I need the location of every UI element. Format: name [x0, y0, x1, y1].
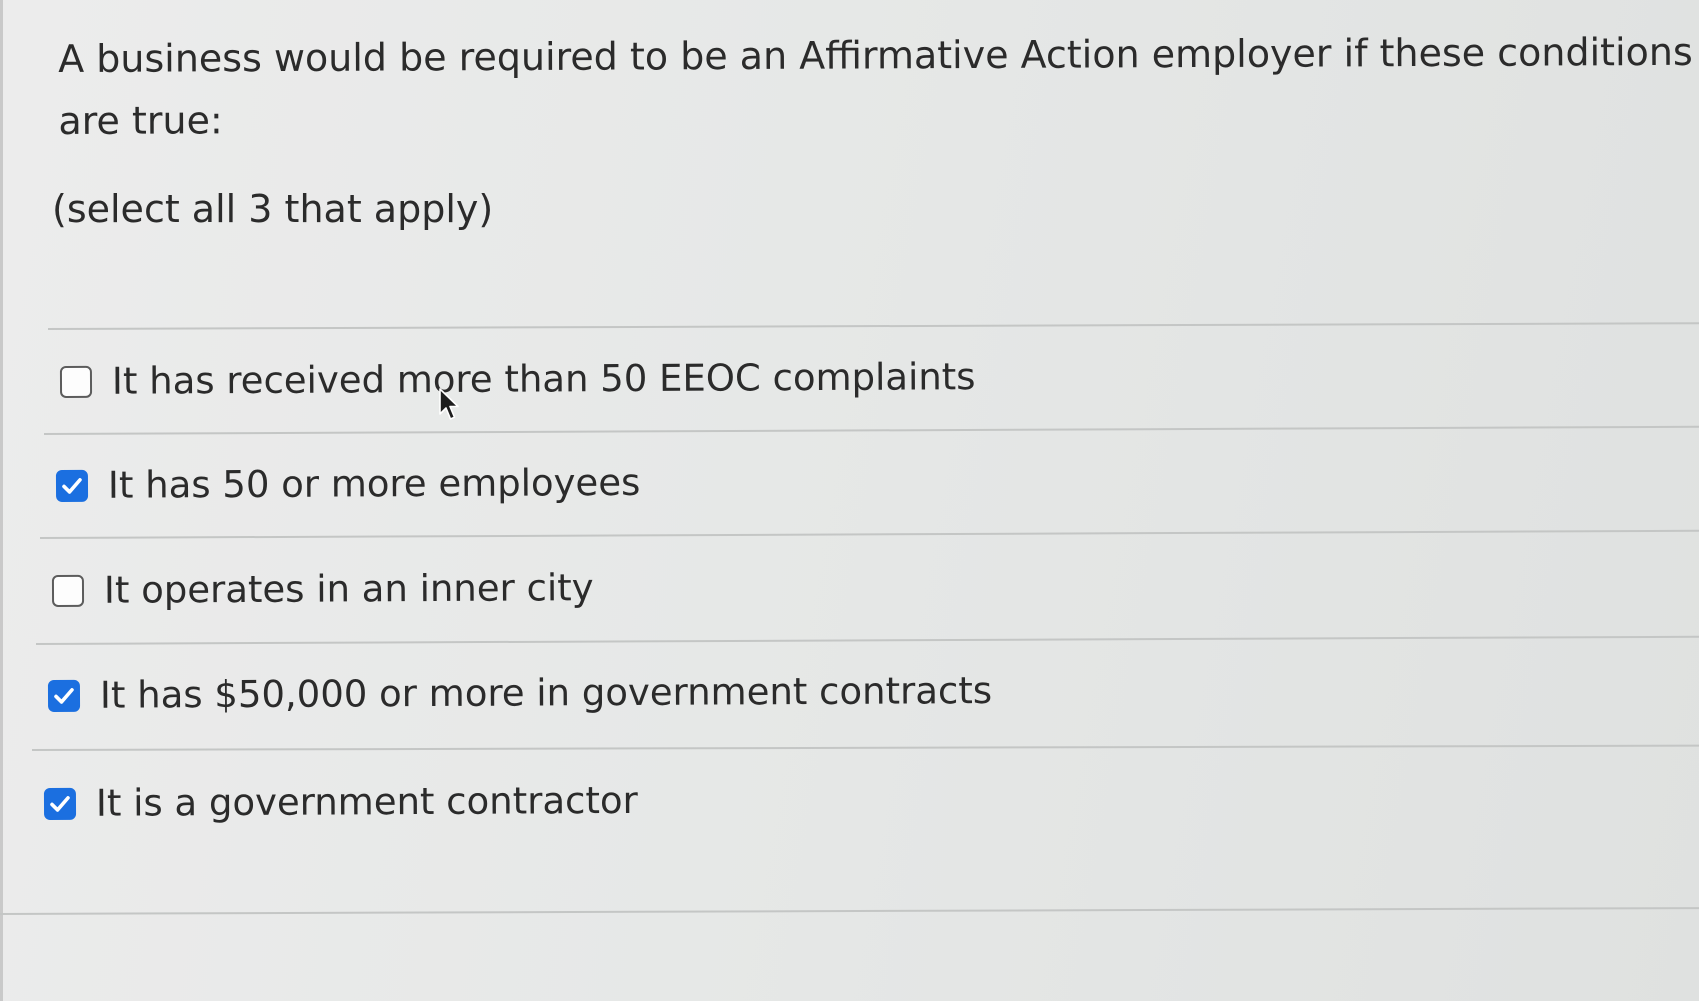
option-label: It is a government contractor [95, 778, 638, 825]
checkmark-icon [62, 478, 82, 494]
divider [0, 907, 1699, 915]
option-label: It has 50 or more employees [107, 460, 641, 507]
quiz-page: A business would be required to be an Af… [0, 0, 1699, 1001]
option-50-employees[interactable]: It has 50 or more employees [55, 459, 641, 510]
divider [48, 322, 1699, 330]
checkmark-icon [54, 688, 74, 704]
question-text: A business would be required to be an Af… [58, 29, 1693, 143]
mouse-pointer-icon [439, 388, 459, 420]
checkbox-checked[interactable] [55, 469, 89, 502]
option-label: It has received more than 50 EEOC compla… [111, 355, 976, 403]
checkbox-unchecked[interactable] [59, 365, 93, 398]
left-edge-border [0, 0, 3, 1001]
checkmark-icon [50, 796, 70, 812]
divider [44, 425, 1699, 435]
option-eeoc-complaints[interactable]: It has received more than 50 EEOC compla… [59, 353, 976, 406]
option-government-contracts-amount[interactable]: It has $50,000 or more in government con… [47, 667, 993, 720]
option-label: It has $50,000 or more in government con… [99, 669, 993, 717]
divider [36, 635, 1699, 645]
checkbox-unchecked[interactable] [51, 574, 85, 607]
checkbox-checked[interactable] [43, 787, 77, 820]
instruction-text: (select all 3 that apply) [52, 187, 494, 231]
divider [40, 529, 1699, 539]
divider [32, 744, 1699, 751]
checkbox-checked[interactable] [47, 679, 81, 712]
option-inner-city[interactable]: It operates in an inner city [51, 564, 594, 615]
option-label: It operates in an inner city [103, 566, 594, 612]
option-government-contractor[interactable]: It is a government contractor [43, 777, 638, 828]
